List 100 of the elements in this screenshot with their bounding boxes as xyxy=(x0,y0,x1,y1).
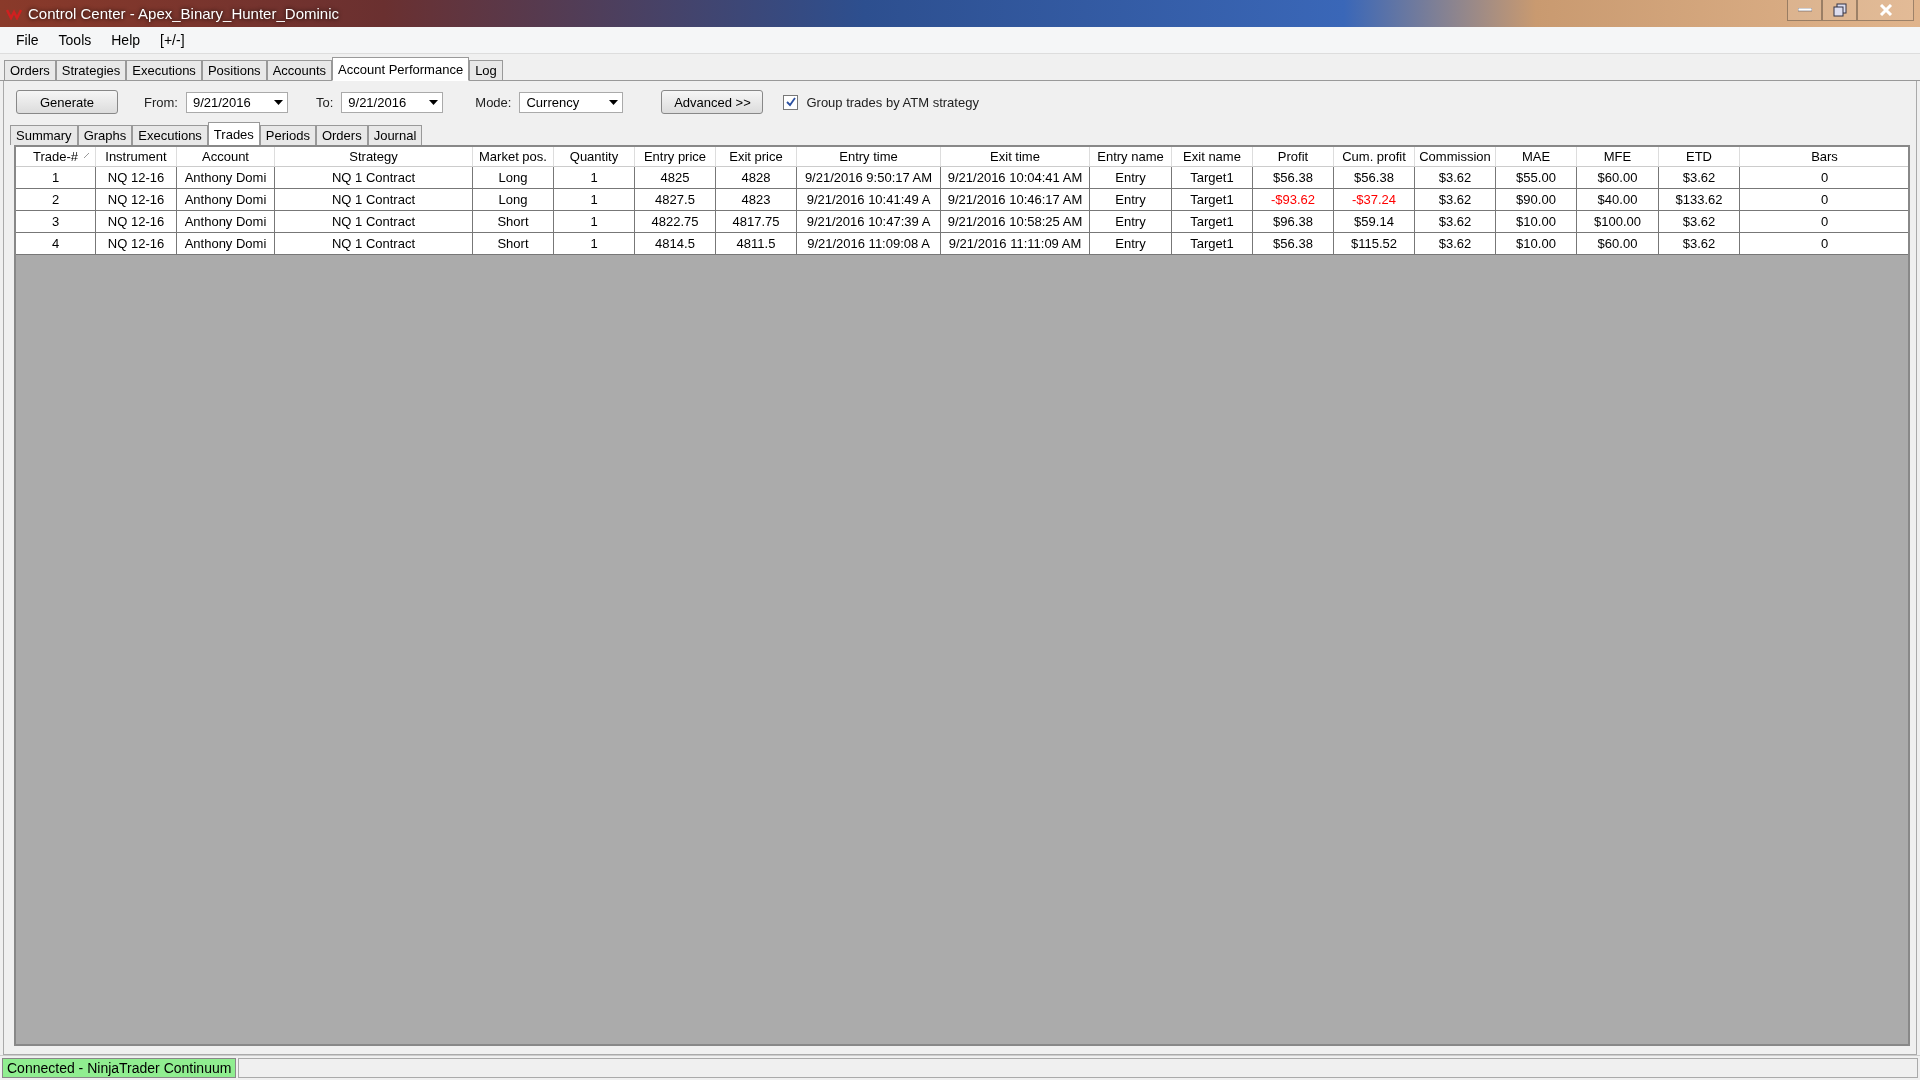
column-header[interactable]: Instrument xyxy=(96,147,177,167)
group-trades-label: Group trades by ATM strategy xyxy=(806,94,979,110)
column-header[interactable]: Strategy xyxy=(275,147,473,167)
tab[interactable]: Accounts xyxy=(266,60,333,80)
table-cell: Short xyxy=(473,211,554,233)
table-cell: $3.62 xyxy=(1415,167,1496,189)
sub-tab[interactable]: Journal xyxy=(367,125,423,145)
table-cell: 0 xyxy=(1740,167,1908,189)
sort-indicator-icon xyxy=(84,153,89,158)
table-cell: $56.38 xyxy=(1334,167,1415,189)
column-header[interactable]: ETD xyxy=(1659,147,1740,167)
table-cell: Entry xyxy=(1090,233,1172,255)
from-date-picker[interactable]: 9/21/2016 xyxy=(185,91,288,113)
menu-item[interactable]: Help xyxy=(101,32,151,48)
table-cell: 9/21/2016 10:04:41 AM xyxy=(941,167,1090,189)
column-header[interactable]: Cum. profit xyxy=(1334,147,1415,167)
column-header[interactable]: Trade-# xyxy=(16,147,96,167)
table-cell: NQ 12-16 xyxy=(96,233,177,255)
table-cell: $55.00 xyxy=(1496,167,1577,189)
table-cell: $3.62 xyxy=(1415,189,1496,211)
column-header[interactable]: Exit time xyxy=(941,147,1090,167)
table-cell: NQ 1 Contract xyxy=(275,167,473,189)
tab[interactable]: Account Performance xyxy=(332,57,470,81)
column-header[interactable]: Exit price xyxy=(716,147,797,167)
table-cell: $3.62 xyxy=(1415,233,1496,255)
window-title: Control Center - Apex_Binary_Hunter_Dominic xyxy=(28,5,340,22)
table-cell: NQ 12-16 xyxy=(96,211,177,233)
tab[interactable]: Positions xyxy=(201,60,267,80)
column-header[interactable]: Profit xyxy=(1253,147,1334,167)
tab[interactable]: Log xyxy=(469,60,503,80)
table-cell: $3.62 xyxy=(1659,211,1740,233)
table-cell: Long xyxy=(473,167,554,189)
column-header[interactable]: Exit name xyxy=(1172,147,1253,167)
table-cell: 4822.75 xyxy=(635,211,716,233)
column-header[interactable]: MAE xyxy=(1496,147,1577,167)
table-cell: 9/21/2016 10:47:39 A xyxy=(797,211,941,233)
table-cell: 4811.5 xyxy=(716,233,797,255)
table-cell: Anthony Domi xyxy=(177,233,275,255)
table-cell: 9/21/2016 10:46:17 AM xyxy=(941,189,1090,211)
tab[interactable]: Executions xyxy=(126,60,202,80)
table-cell: 9/21/2016 11:11:09 AM xyxy=(941,233,1090,255)
table-cell: NQ 1 Contract xyxy=(275,189,473,211)
tab[interactable]: Orders xyxy=(4,60,56,80)
group-trades-checkbox[interactable] xyxy=(783,94,799,110)
table-cell: $115.52 xyxy=(1334,233,1415,255)
column-header[interactable]: Market pos. xyxy=(473,147,554,167)
sub-tab[interactable]: Summary xyxy=(10,125,78,145)
table-cell: Entry xyxy=(1090,189,1172,211)
mode-dropdown[interactable]: Currency xyxy=(519,91,624,113)
table-cell: $3.62 xyxy=(1415,211,1496,233)
menu-item[interactable]: [+/-] xyxy=(150,32,195,48)
table-cell: Anthony Domi xyxy=(177,189,275,211)
table-cell: NQ 1 Contract xyxy=(275,211,473,233)
column-header[interactable]: MFE xyxy=(1577,147,1659,167)
table-cell: NQ 1 Contract xyxy=(275,233,473,255)
minimize-button[interactable] xyxy=(1787,0,1822,21)
sub-tab[interactable]: Graphs xyxy=(77,125,133,145)
to-date-picker[interactable]: 9/21/2016 xyxy=(341,91,444,113)
menu-item[interactable]: Tools xyxy=(48,32,102,48)
column-header[interactable]: Quantity xyxy=(554,147,635,167)
table-cell: 4814.5 xyxy=(635,233,716,255)
table-cell: 4823 xyxy=(716,189,797,211)
menu-item[interactable]: File xyxy=(6,32,49,48)
dropdown-caret-icon xyxy=(273,99,283,105)
table-cell: Entry xyxy=(1090,211,1172,233)
sub-tab[interactable]: Orders xyxy=(315,125,368,145)
table-cell: 9/21/2016 9:50:17 AM xyxy=(797,167,941,189)
table-cell: $60.00 xyxy=(1577,233,1659,255)
generate-button[interactable]: Generate xyxy=(16,90,118,114)
table-cell: $96.38 xyxy=(1253,211,1334,233)
close-button[interactable] xyxy=(1857,0,1914,21)
column-header[interactable]: Entry name xyxy=(1090,147,1172,167)
table-cell: Target1 xyxy=(1172,189,1253,211)
sub-tab[interactable]: Executions xyxy=(132,125,208,145)
table-cell: $10.00 xyxy=(1496,211,1577,233)
table-cell: $3.62 xyxy=(1659,233,1740,255)
column-header[interactable]: Entry price xyxy=(635,147,716,167)
table-cell: Long xyxy=(473,189,554,211)
column-header[interactable]: Commission xyxy=(1415,147,1496,167)
column-header[interactable]: Account xyxy=(177,147,275,167)
table-cell: Short xyxy=(473,233,554,255)
table-cell: -$93.62 xyxy=(1253,189,1334,211)
tab[interactable]: Strategies xyxy=(55,60,127,80)
column-header[interactable]: Entry time xyxy=(797,147,941,167)
column-header[interactable]: Bars xyxy=(1740,147,1908,167)
table-cell: 0 xyxy=(1740,233,1908,255)
table-cell: $56.38 xyxy=(1253,167,1334,189)
table-cell: 0 xyxy=(1740,211,1908,233)
mode-label: Mode: xyxy=(475,94,512,110)
table-cell: $10.00 xyxy=(1496,233,1577,255)
advanced-button[interactable]: Advanced >> xyxy=(661,90,764,114)
table-cell: 9/21/2016 10:41:49 A xyxy=(797,189,941,211)
table-cell: 1 xyxy=(554,189,635,211)
table-cell: 2 xyxy=(16,189,96,211)
table-cell: 4828 xyxy=(716,167,797,189)
sub-tab[interactable]: Periods xyxy=(259,125,316,145)
table-cell: 1 xyxy=(16,167,96,189)
restore-button[interactable] xyxy=(1822,0,1857,21)
dropdown-caret-icon xyxy=(609,99,619,105)
sub-tab[interactable]: Trades xyxy=(207,122,260,146)
